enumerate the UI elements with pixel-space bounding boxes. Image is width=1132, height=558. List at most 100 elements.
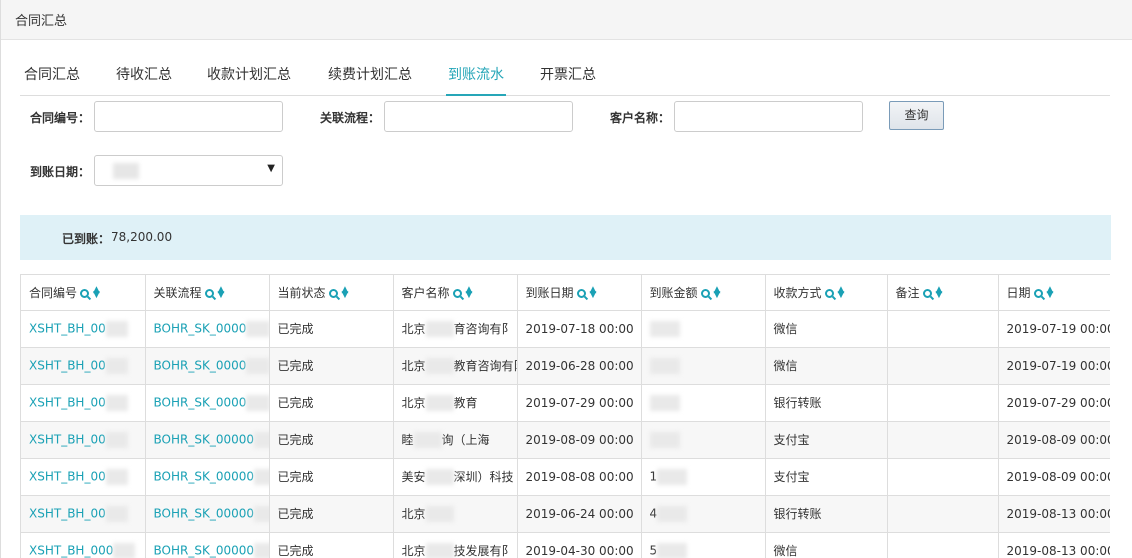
- search-icon[interactable]: [1033, 288, 1043, 298]
- arrive-date-cell: 2019-04-30 00:00: [517, 532, 642, 558]
- sort-icon[interactable]: ▲ ▼: [218, 285, 225, 299]
- header-label: 到账金额: [649, 285, 698, 300]
- amount-cell: 4: [641, 495, 766, 533]
- flow-cell[interactable]: BOHR_SK_00000: [145, 458, 270, 496]
- redacted-text: [425, 395, 454, 412]
- search-icon[interactable]: [452, 288, 462, 298]
- customer-cell: 睦 询（上海: [393, 421, 518, 459]
- flow-cell[interactable]: BOHR_SK_0000: [145, 347, 270, 385]
- contract-no-cell[interactable]: XSHT_BH_00: [21, 347, 146, 385]
- sort-icon[interactable]: ▲ ▼: [93, 285, 100, 299]
- query-button[interactable]: 查询: [889, 101, 944, 130]
- tab-contract-summary[interactable]: 合同汇总: [24, 64, 80, 84]
- sort-icon[interactable]: ▲ ▼: [714, 285, 721, 299]
- customer-cell: 北京 育咨询有阝: [393, 310, 518, 348]
- table-row[interactable]: XSHT_BH_00 BOHR_SK_0000 已完成 北京 育咨询有阝 2019-07-…: [21, 310, 1110, 348]
- redacted-text: [105, 468, 128, 485]
- amount-cell: [641, 347, 766, 385]
- arrive-date-text: 2019-07-29 00:00: [525, 395, 634, 410]
- contract-no-text: XSHT_BH_00: [29, 321, 106, 335]
- col-contract-no-header[interactable]: 合同编号 ▲ ▼: [21, 275, 146, 311]
- sort-icon[interactable]: ▲ ▼: [936, 285, 943, 299]
- table-row[interactable]: XSHT_BH_00 BOHR_SK_00000 已完成 美安 深圳）科技 2019-08…: [21, 458, 1110, 496]
- col-note-header[interactable]: 备注 ▲ ▼: [887, 275, 999, 311]
- header-label: 收款方式: [773, 285, 822, 300]
- page-frame: 合同汇总 合同汇总 待收汇总 收款计划汇总 续费计划汇总 到账流水 开票汇总 合…: [0, 0, 1132, 558]
- arrive-date-cell: 2019-07-18 00:00: [517, 310, 642, 348]
- sort-icon[interactable]: ▲ ▼: [1047, 285, 1054, 299]
- contract-no-cell[interactable]: XSHT_BH_00: [21, 310, 146, 348]
- col-method-header[interactable]: 收款方式 ▲ ▼: [765, 275, 888, 311]
- dropdown-arrow-icon: ▼: [267, 163, 275, 174]
- flow-cell[interactable]: BOHR_SK_00000: [145, 421, 270, 459]
- search-icon[interactable]: [576, 288, 586, 298]
- table-row[interactable]: XSHT_BH_00 BOHR_SK_0000 已完成 北京 教育 2019-07-29 …: [21, 384, 1110, 422]
- flow-cell[interactable]: BOHR_SK_00000: [145, 532, 270, 558]
- col-flow-header[interactable]: 关联流程 ▲ ▼: [145, 275, 270, 311]
- arrive-date-text: 2019-04-30 00:00: [525, 543, 634, 558]
- table-header-row: 合同编号 ▲ ▼ 关联流程 ▲ ▼ 当前状态 ▲ ▼ 客户名称 ▲ ▼ 到账日期 ▲ ▼ 到账金额 ▲ ▼ 收款方式…: [21, 275, 1110, 311]
- status-cell: 已完成: [269, 458, 394, 496]
- status-cell: 已完成: [269, 384, 394, 422]
- tab-arrival-flow[interactable]: 到账流水: [446, 64, 506, 96]
- flow-input[interactable]: [384, 101, 573, 132]
- flow-cell[interactable]: BOHR_SK_00000: [145, 495, 270, 533]
- table-row[interactable]: XSHT_BH_00 BOHR_SK_00000 已完成 睦 询（上海 2019-08-0…: [21, 421, 1111, 459]
- search-icon[interactable]: [922, 288, 932, 298]
- amount-cell: 1: [641, 458, 766, 496]
- arrival-date-select[interactable]: ▼: [94, 155, 283, 186]
- status-text: 已完成: [277, 433, 314, 447]
- col-amount-header[interactable]: 到账金额 ▲ ▼: [641, 275, 766, 311]
- customer-text: 北京: [401, 358, 426, 373]
- customer-text: 教育咨询有阝: [453, 358, 516, 373]
- sort-icon[interactable]: ▲ ▼: [342, 285, 349, 299]
- status-cell: 已完成: [269, 532, 394, 558]
- col-status-header[interactable]: 当前状态 ▲ ▼: [269, 275, 394, 311]
- col-date-header[interactable]: 日期 ▲ ▼: [998, 275, 1110, 311]
- contract-no-cell[interactable]: XSHT_BH_000: [21, 532, 146, 558]
- arrive-date-text: 2019-07-18 00:00: [525, 321, 634, 336]
- sort-icon[interactable]: ▲ ▼: [590, 285, 597, 299]
- search-icon[interactable]: [824, 288, 834, 298]
- tab-invoice-summary[interactable]: 开票汇总: [540, 64, 596, 84]
- sort-icon[interactable]: ▲ ▼: [838, 285, 845, 299]
- search-icon[interactable]: [80, 288, 90, 298]
- search-icon[interactable]: [700, 288, 710, 298]
- window-title: 合同汇总: [15, 14, 68, 29]
- customer-cell: 美安 深圳）科技: [393, 458, 518, 496]
- table-row[interactable]: XSHT_BH_00 BOHR_SK_0000 已完成 北京 教育咨询有阝 2019-06…: [21, 347, 1110, 385]
- redacted-text: [246, 394, 268, 411]
- sort-icon[interactable]: ▲ ▼: [466, 285, 473, 299]
- contract-no-cell[interactable]: XSHT_BH_00: [21, 421, 146, 459]
- redacted-text: [657, 505, 688, 522]
- customer-name-input[interactable]: [674, 101, 863, 132]
- table-row[interactable]: XSHT_BH_00 BOHR_SK_00000 已完成 北京 2019-06-24 0…: [21, 495, 1110, 533]
- contract-no-text: XSHT_BH_00: [29, 506, 106, 520]
- status-text: 已完成: [277, 396, 314, 410]
- date-cell: 2019-08-09 00:00: [998, 421, 1111, 459]
- redacted-text: [649, 320, 680, 337]
- table-row[interactable]: XSHT_BH_000 BOHR_SK_00000 已完成 北京 技发展有阝 2019-0…: [21, 532, 1110, 558]
- contract-no-text: XSHT_BH_00: [29, 395, 106, 409]
- status-text: 已完成: [277, 507, 314, 521]
- contract-no-cell[interactable]: XSHT_BH_00: [21, 458, 146, 496]
- flow-cell[interactable]: BOHR_SK_0000: [145, 384, 270, 422]
- flow-text: BOHR_SK_00000: [153, 543, 255, 557]
- contract-no-input[interactable]: [94, 101, 283, 132]
- search-icon[interactable]: [328, 288, 338, 298]
- flow-label: 关联流程：: [320, 111, 381, 125]
- col-customer-header[interactable]: 客户名称 ▲ ▼: [393, 275, 518, 311]
- header-tools: ▲ ▼: [1033, 285, 1054, 300]
- contract-no-cell[interactable]: XSHT_BH_00: [21, 384, 146, 422]
- date-text: 2019-08-09 00:00: [1006, 432, 1111, 447]
- search-icon[interactable]: [204, 288, 214, 298]
- tab-pending-summary[interactable]: 待收汇总: [116, 64, 172, 84]
- contract-no-cell[interactable]: XSHT_BH_00: [21, 495, 146, 533]
- status-text: 已完成: [277, 544, 314, 558]
- method-text: 微信: [773, 359, 798, 373]
- col-arrive-date-header[interactable]: 到账日期 ▲ ▼: [517, 275, 642, 311]
- customer-text: 睦: [401, 432, 414, 447]
- tab-payment-plan-summary[interactable]: 收款计划汇总: [207, 64, 291, 84]
- flow-cell[interactable]: BOHR_SK_0000: [145, 310, 270, 348]
- tab-renewal-plan-summary[interactable]: 续费计划汇总: [328, 64, 412, 84]
